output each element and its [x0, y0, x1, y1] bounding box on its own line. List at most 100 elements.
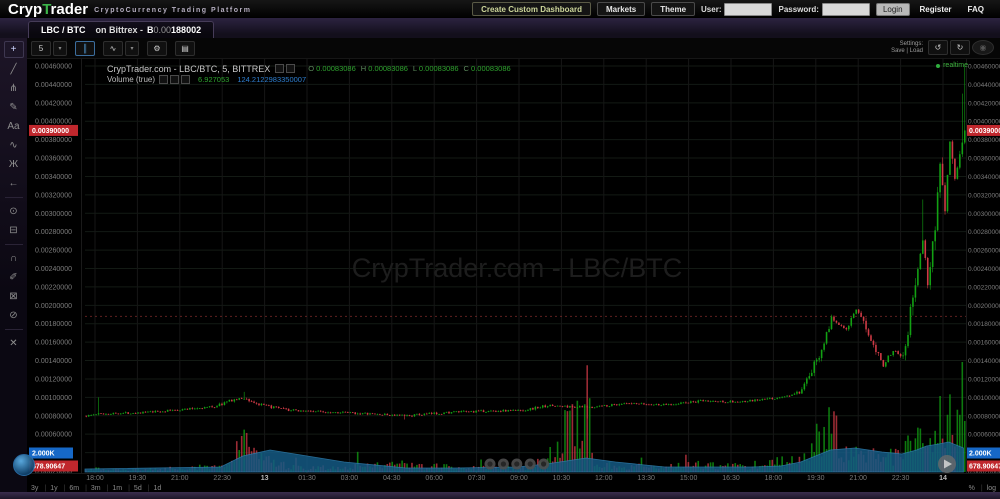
svg-text:0.00220000: 0.00220000 [968, 284, 1000, 291]
create-dashboard-button[interactable]: Create Custom Dashboard [472, 2, 591, 16]
magnet-tool-icon[interactable]: ∩ [5, 251, 23, 266]
market-tab[interactable]: LBC / BTC on Bittrex - B0.00188002 [28, 21, 214, 38]
realtime-dot-icon [936, 64, 940, 68]
percent-scale-toggle[interactable]: % [969, 485, 975, 492]
delete-drawings-tool-icon[interactable]: ✕ [5, 336, 23, 351]
svg-text:0.00460000: 0.00460000 [968, 64, 1000, 71]
svg-text:0.00220000: 0.00220000 [35, 284, 72, 291]
forecast-tool-icon[interactable]: Ж [5, 157, 23, 172]
drawing-toolbar: + ╱ ⋔ ✎ Aa ∿ Ж ← ⊙ ⊟ ∩ ✐ ⊠ ⊘ ✕ [0, 38, 27, 499]
style-dropdown-icon[interactable]: ▾ [125, 41, 139, 56]
svg-text:06:00: 06:00 [425, 475, 443, 482]
undo-icon[interactable]: ↺ [928, 40, 948, 55]
svg-text:0.00240000: 0.00240000 [35, 266, 72, 273]
svg-text:21:00: 21:00 [849, 475, 867, 482]
range-5d[interactable]: 5d [124, 485, 142, 492]
text-tool-icon[interactable]: Aa [5, 119, 23, 134]
redo-icon[interactable]: ↻ [950, 40, 970, 55]
lock-tool-icon[interactable]: ⊠ [5, 289, 23, 304]
svg-text:0.00200000: 0.00200000 [35, 303, 72, 310]
range-3m[interactable]: 3m [81, 485, 101, 492]
chart-toolbar: 5 ▾ ║ ∿ ▾ ⚙ ▤ Settings:Save | Load ↺ ↻ ◉ [27, 38, 1000, 59]
svg-text:0.00100000: 0.00100000 [968, 395, 1000, 402]
toolbar-right-group: Settings:Save | Load ↺ ↻ ◉ [891, 40, 996, 55]
chart-plot-area[interactable]: 0.000200000.000200000.000400000.00040000… [27, 59, 1000, 499]
brush-tool-icon[interactable]: ✎ [5, 100, 23, 115]
svg-text:0.00380000: 0.00380000 [968, 137, 1000, 144]
measure-tool-icon[interactable]: ⊟ [5, 223, 23, 238]
svg-text:21:00: 21:00 [171, 475, 189, 482]
svg-text:18:00: 18:00 [765, 475, 783, 482]
markets-button[interactable]: Markets [597, 2, 645, 16]
range-1d[interactable]: 1d [144, 485, 162, 492]
svg-text:0.00180000: 0.00180000 [35, 321, 72, 328]
candles-style-icon[interactable]: ║ [75, 41, 95, 56]
svg-text:0.00400000: 0.00400000 [35, 119, 72, 126]
interval-dropdown-icon[interactable]: ▾ [53, 41, 67, 56]
svg-text:0.00360000: 0.00360000 [968, 156, 1000, 163]
range-presets: 3y 1y 6m 3m 1m 5d 1d [31, 485, 161, 492]
indicators-icon[interactable]: ▤ [175, 41, 195, 56]
svg-text:10:30: 10:30 [553, 475, 571, 482]
interval-button[interactable]: 5 [31, 41, 51, 56]
svg-text:07:30: 07:30 [468, 475, 486, 482]
svg-text:09:00: 09:00 [510, 475, 528, 482]
gear-icon[interactable]: ⚙ [147, 41, 167, 56]
svg-text:16:30: 16:30 [722, 475, 740, 482]
settings-save-load[interactable]: Settings:Save | Load [891, 41, 923, 55]
logo-text: Cryp [8, 1, 42, 18]
svg-text:0.00280000: 0.00280000 [968, 229, 1000, 236]
svg-text:0.00340000: 0.00340000 [35, 174, 72, 181]
realtime-status: realtime [936, 62, 968, 69]
svg-text:0.00320000: 0.00320000 [968, 192, 1000, 199]
svg-text:0.00320000: 0.00320000 [35, 192, 72, 199]
save-load-label[interactable]: Save | Load [891, 48, 923, 54]
crosshair-tool-icon[interactable]: + [4, 41, 24, 58]
arrow-tool-icon[interactable]: ← [5, 176, 23, 191]
svg-text:0.00300000: 0.00300000 [968, 211, 1000, 218]
svg-text:0.00300000: 0.00300000 [35, 211, 72, 218]
candlestick-chart-canvas[interactable]: 0.000200000.000200000.000400000.00040000… [27, 59, 1000, 499]
scale-toggles: % log [969, 485, 996, 492]
exchange-label: on Bittrex - [96, 25, 144, 35]
trendline-tool-icon[interactable]: ╱ [5, 62, 23, 77]
range-6m[interactable]: 6m [60, 485, 80, 492]
svg-text:13:30: 13:30 [637, 475, 655, 482]
svg-text:678.90647: 678.90647 [32, 464, 65, 471]
app-tagline: CryptoCurrency Trading Platform [94, 7, 251, 14]
cryptrader-logo-badge [13, 454, 35, 476]
range-3y[interactable]: 3y [31, 485, 38, 492]
svg-text:0.00160000: 0.00160000 [968, 340, 1000, 347]
password-label: Password: [778, 5, 818, 14]
top-bar: CrypTrader CryptoCurrency Trading Platfo… [0, 0, 1000, 18]
zoom-tool-icon[interactable]: ⊙ [5, 204, 23, 219]
login-button[interactable]: Login [876, 3, 910, 16]
svg-text:0.00340000: 0.00340000 [968, 174, 1000, 181]
settings-label: Settings: [900, 41, 923, 47]
hide-drawings-tool-icon[interactable]: ⊘ [5, 308, 23, 323]
pitchfork-tool-icon[interactable]: ⋔ [5, 81, 23, 96]
pattern-tool-icon[interactable]: ∿ [5, 138, 23, 153]
svg-text:2.000K: 2.000K [32, 451, 55, 458]
draw-mode-tool-icon[interactable]: ✐ [5, 270, 23, 285]
svg-text:0.00360000: 0.00360000 [35, 156, 72, 163]
faq-link[interactable]: FAQ [968, 5, 984, 14]
svg-text:0.00260000: 0.00260000 [35, 248, 72, 255]
range-1y[interactable]: 1y [40, 485, 57, 492]
theme-button[interactable]: Theme [651, 2, 695, 16]
svg-text:0.00260000: 0.00260000 [968, 248, 1000, 255]
range-1m[interactable]: 1m [103, 485, 123, 492]
svg-text:0.00420000: 0.00420000 [35, 100, 72, 107]
line-style-icon[interactable]: ∿ [103, 41, 123, 56]
register-link[interactable]: Register [920, 5, 952, 14]
log-scale-toggle[interactable]: log [977, 485, 996, 492]
svg-text:0.00390000: 0.00390000 [969, 128, 1000, 135]
svg-text:19:30: 19:30 [807, 475, 825, 482]
svg-text:0.00420000: 0.00420000 [968, 100, 1000, 107]
svg-text:13: 13 [261, 475, 269, 482]
snapshot-camera-icon[interactable]: ◉ [972, 40, 994, 55]
svg-text:22:30: 22:30 [892, 475, 910, 482]
svg-text:0.00240000: 0.00240000 [968, 266, 1000, 273]
password-input[interactable] [822, 3, 870, 16]
user-input[interactable] [724, 3, 772, 16]
